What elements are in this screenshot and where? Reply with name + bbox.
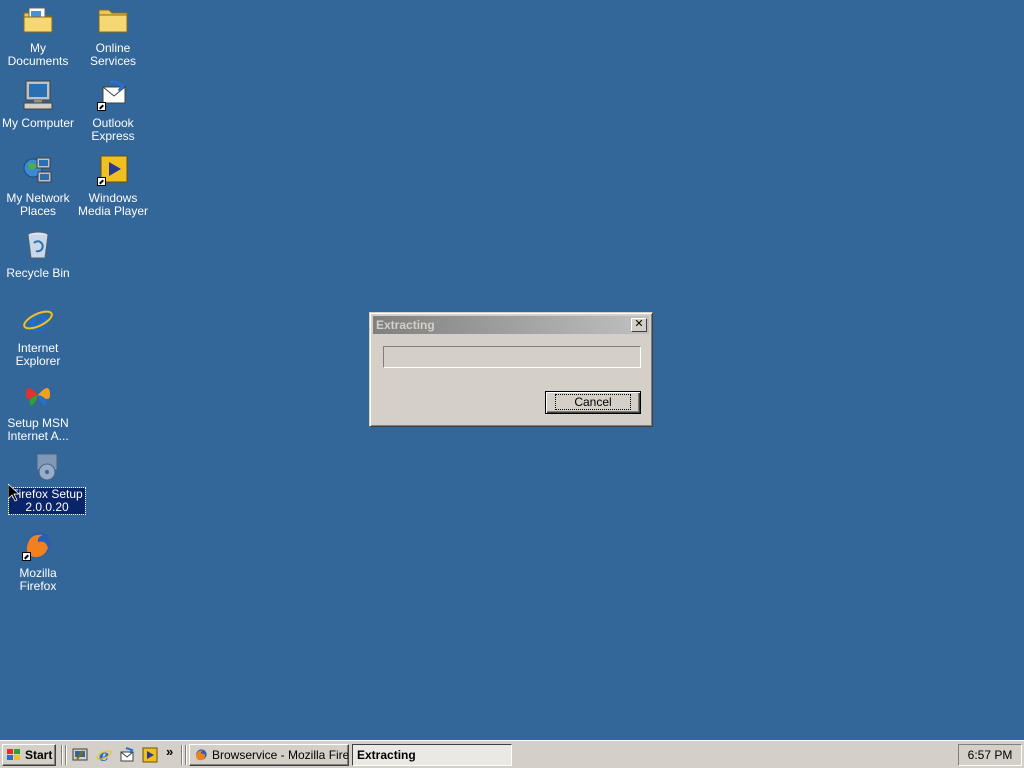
- shortcut-arrow-icon: [97, 177, 106, 186]
- desktop-icon-mozilla-firefox[interactable]: Mozilla Firefox: [0, 529, 76, 593]
- shortcut-arrow-icon: [22, 552, 31, 561]
- task-button-extracting[interactable]: Extracting: [352, 744, 512, 766]
- svg-text:e: e: [99, 747, 109, 763]
- extract-progress-bar: [383, 346, 641, 368]
- recycle-bin-icon: [22, 229, 54, 261]
- taskbar-separator: [61, 745, 63, 765]
- media-player-icon: [97, 154, 129, 186]
- internet-explorer-icon[interactable]: e: [96, 747, 112, 763]
- desktop-icon-label: Internet Explorer: [15, 341, 61, 368]
- internet-explorer-icon: e: [22, 304, 54, 339]
- cancel-button-label: Cancel: [555, 394, 631, 410]
- firefox-icon: [22, 529, 54, 561]
- start-button[interactable]: Start: [2, 744, 56, 766]
- task-button-label: Extracting: [357, 748, 416, 762]
- firefox-icon: [196, 749, 207, 761]
- my-computer-icon: [22, 79, 54, 111]
- my-documents-icon: [22, 4, 54, 36]
- quick-launch-chevron-icon[interactable]: »: [166, 744, 173, 759]
- msn-butterfly-icon: [22, 379, 54, 411]
- installer-icon: [31, 450, 63, 482]
- media-player-icon[interactable]: [142, 747, 158, 763]
- svg-text:e: e: [28, 304, 47, 336]
- network-places-icon: [22, 154, 54, 186]
- windows-logo-icon: [7, 749, 20, 760]
- desktop-icon-label: Mozilla Firefox: [19, 566, 57, 593]
- desktop-icon-label: Recycle Bin: [6, 266, 70, 280]
- task-button-firefox[interactable]: Browservice - Mozilla Firefox: [189, 744, 349, 766]
- desktop-icon-my-network-places[interactable]: My Network Places: [0, 154, 76, 218]
- extracting-dialog: Extracting ✕ Cancel: [369, 312, 653, 427]
- desktop-icon-label: Firefox Setup 2.0.0.20: [8, 487, 86, 515]
- desktop-icon-recycle-bin[interactable]: Recycle Bin: [0, 229, 76, 280]
- desktop-icon-my-computer[interactable]: My Computer: [0, 79, 76, 130]
- desktop-icon-outlook-express[interactable]: Outlook Express: [75, 79, 151, 143]
- clock[interactable]: 6:57 PM: [968, 748, 1013, 762]
- desktop-icon-setup-msn[interactable]: Setup MSN Internet A...: [0, 379, 76, 443]
- system-tray: 6:57 PM: [958, 744, 1022, 766]
- start-label: Start: [25, 748, 53, 762]
- desktop-icon-label: My Documents: [7, 41, 69, 68]
- taskbar: Start e » Browservice - Mozilla Firefox …: [0, 740, 1024, 768]
- close-button[interactable]: ✕: [631, 318, 647, 332]
- desktop-icon-label: My Computer: [1, 116, 75, 130]
- desktop-icon-firefox-setup[interactable]: Firefox Setup 2.0.0.20: [8, 450, 86, 515]
- task-button-label: Browservice - Mozilla Firefox: [212, 748, 349, 762]
- taskbar-separator: [181, 745, 183, 765]
- desktop-icon-my-documents[interactable]: My Documents: [0, 4, 76, 68]
- show-desktop-icon[interactable]: [72, 747, 88, 763]
- shortcut-arrow-icon: [97, 102, 106, 111]
- outlook-express-icon: [97, 79, 129, 111]
- close-icon: ✕: [634, 318, 644, 330]
- desktop-icon-label: Windows Media Player: [77, 191, 149, 218]
- desktop-icon-internet-explorer[interactable]: e Internet Explorer: [0, 304, 76, 368]
- desktop-icon-label: Outlook Express: [91, 116, 135, 143]
- desktop-icon-label: My Network Places: [6, 191, 70, 218]
- taskbar-separator: [185, 745, 187, 765]
- dialog-title: Extracting: [376, 318, 435, 332]
- outlook-express-icon[interactable]: [119, 747, 135, 763]
- mouse-cursor-icon: [8, 484, 20, 502]
- cancel-button[interactable]: Cancel: [545, 391, 641, 414]
- desktop-icon-label: Online Services: [89, 41, 136, 68]
- desktop-icon-label: Setup MSN Internet A...: [7, 416, 69, 443]
- desktop-icon-windows-media-player[interactable]: Windows Media Player: [75, 154, 151, 218]
- taskbar-separator: [65, 745, 67, 765]
- dialog-titlebar[interactable]: Extracting ✕: [373, 316, 649, 334]
- desktop-icon-online-services[interactable]: Online Services: [75, 4, 151, 68]
- desktop: My Documents My Computer My Network Plac: [0, 0, 1024, 740]
- folder-icon: [97, 4, 129, 36]
